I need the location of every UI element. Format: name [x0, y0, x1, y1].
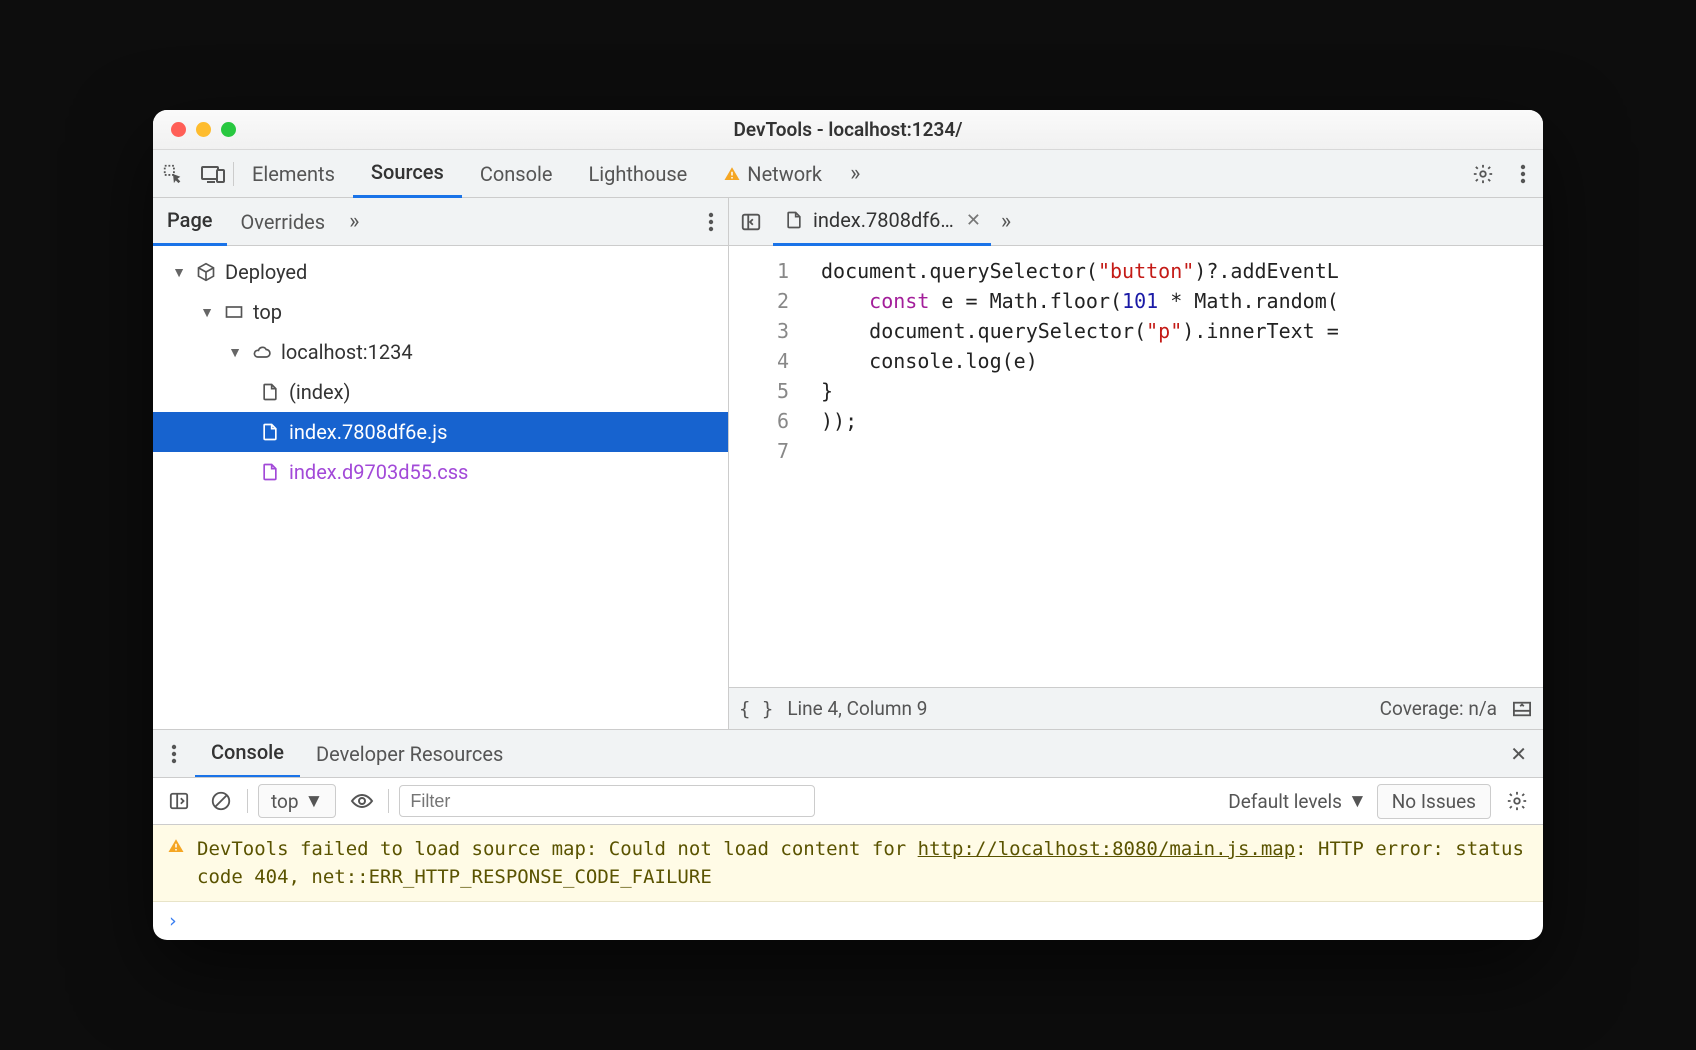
- tree-file-index[interactable]: (index): [153, 372, 728, 412]
- more-file-tabs-icon[interactable]: »: [991, 209, 1021, 234]
- sidebar-kebab-icon[interactable]: [694, 212, 728, 232]
- maximize-window-button[interactable]: [221, 122, 236, 137]
- file-navigator: ▼ Deployed ▼ top ▼ localhost:1234: [153, 246, 729, 729]
- file-icon: [783, 209, 805, 231]
- window-title: DevTools - localhost:1234/: [153, 118, 1543, 141]
- tree-deployed[interactable]: ▼ Deployed: [153, 252, 728, 292]
- log-levels-selector[interactable]: Default levels ▼: [1228, 789, 1366, 813]
- drawer-kebab-icon[interactable]: [157, 744, 191, 764]
- tab-lighthouse[interactable]: Lighthouse: [570, 150, 705, 198]
- file-icon: [259, 381, 281, 403]
- sidebar-tab-overrides[interactable]: Overrides: [227, 198, 340, 246]
- device-toolbar-icon[interactable]: [193, 154, 233, 194]
- tab-console[interactable]: Console: [462, 150, 571, 198]
- kebab-menu-icon[interactable]: [1503, 154, 1543, 194]
- warning-icon: [167, 837, 185, 855]
- cube-icon: [195, 261, 217, 283]
- close-drawer-icon[interactable]: ✕: [1494, 742, 1543, 766]
- tree-host[interactable]: ▼ localhost:1234: [153, 332, 728, 372]
- file-icon: [259, 421, 281, 443]
- tab-elements[interactable]: Elements: [234, 150, 353, 198]
- context-selector[interactable]: top ▼: [258, 784, 336, 818]
- editor-statusbar: { } Line 4, Column 9 Coverage: n/a: [729, 687, 1543, 729]
- more-tabs-icon[interactable]: »: [840, 161, 870, 186]
- devtools-window: DevTools - localhost:1234/ Elements Sour…: [153, 110, 1543, 940]
- editor-pane: 1234567 document.querySelector("button")…: [729, 246, 1543, 729]
- drawer-tab-console[interactable]: Console: [195, 730, 300, 778]
- more-sidebar-tabs-icon[interactable]: »: [339, 209, 369, 234]
- code-content[interactable]: document.querySelector("button")?.addEve…: [809, 246, 1339, 687]
- clear-console-icon[interactable]: [205, 785, 237, 817]
- toggle-drawer-icon[interactable]: [1511, 700, 1533, 718]
- traffic-lights: [171, 122, 236, 137]
- tab-network[interactable]: Network: [705, 150, 840, 198]
- tree-file-css[interactable]: index.d9703d55.css: [153, 452, 728, 492]
- tree-file-js[interactable]: index.7808df6e.js: [153, 412, 728, 452]
- titlebar: DevTools - localhost:1234/: [153, 110, 1543, 150]
- cursor-position: Line 4, Column 9: [787, 697, 927, 720]
- issues-button[interactable]: No Issues: [1377, 784, 1491, 819]
- settings-icon[interactable]: [1463, 154, 1503, 194]
- frame-icon: [223, 301, 245, 323]
- toggle-navigator-icon[interactable]: [729, 211, 773, 233]
- console-warning-row: DevTools failed to load source map: Coul…: [153, 825, 1543, 902]
- drawer-tab-devres[interactable]: Developer Resources: [300, 730, 519, 778]
- close-tab-icon[interactable]: ✕: [966, 210, 981, 231]
- tab-sources[interactable]: Sources: [353, 150, 462, 198]
- minimize-window-button[interactable]: [196, 122, 211, 137]
- sourcemap-link[interactable]: http://localhost:8080/main.js.map: [918, 838, 1296, 860]
- console-settings-icon[interactable]: [1501, 785, 1533, 817]
- inspect-element-icon[interactable]: [153, 154, 193, 194]
- sidebar-tab-page[interactable]: Page: [153, 198, 227, 246]
- main-tabs: Elements Sources Console Lighthouse Netw…: [153, 150, 1543, 198]
- chevron-down-icon: ▼: [305, 789, 324, 813]
- coverage-status: Coverage: n/a: [1380, 697, 1497, 720]
- close-window-button[interactable]: [171, 122, 186, 137]
- filter-input[interactable]: [399, 785, 814, 817]
- console-toolbar: top ▼ Default levels ▼ No Issues: [153, 777, 1543, 825]
- warning-icon: [723, 165, 741, 183]
- code-area[interactable]: 1234567 document.querySelector("button")…: [729, 246, 1543, 687]
- sources-subrow: Page Overrides » index.7808df6… ✕ »: [153, 198, 1543, 246]
- open-file-tab[interactable]: index.7808df6… ✕: [773, 198, 991, 246]
- body-split: ▼ Deployed ▼ top ▼ localhost:1234: [153, 246, 1543, 729]
- tree-top[interactable]: ▼ top: [153, 292, 728, 332]
- toggle-console-sidebar-icon[interactable]: [163, 785, 195, 817]
- line-gutter: 1234567: [729, 246, 809, 687]
- file-icon: [259, 461, 281, 483]
- chevron-down-icon: ▼: [1348, 789, 1367, 813]
- console-prompt[interactable]: ›: [153, 902, 1543, 940]
- pretty-print-icon[interactable]: { }: [739, 698, 773, 720]
- drawer-tabs: Console Developer Resources ✕: [153, 729, 1543, 777]
- live-expression-icon[interactable]: [346, 785, 378, 817]
- cloud-icon: [251, 341, 273, 363]
